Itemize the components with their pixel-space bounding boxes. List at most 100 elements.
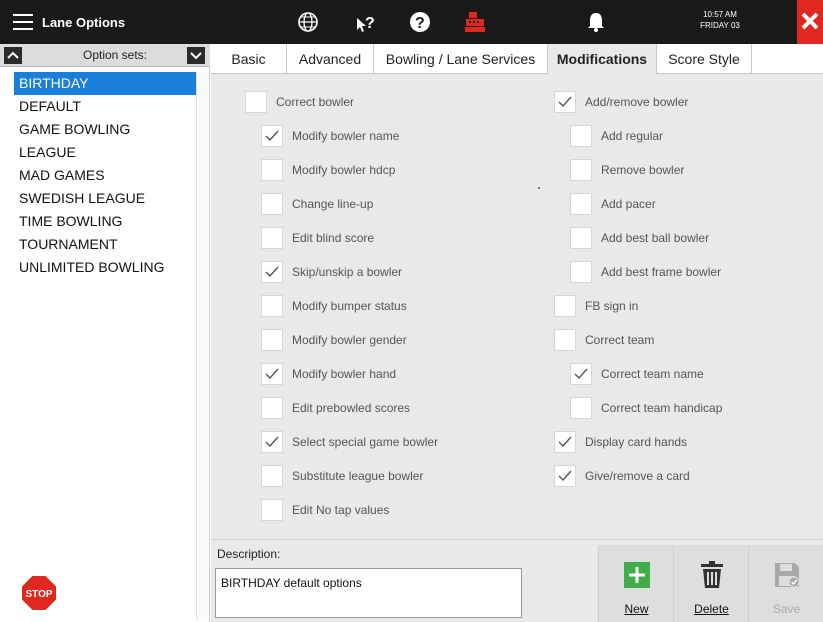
option-checkbox[interactable]: [261, 465, 283, 487]
option-checkbox[interactable]: [261, 329, 283, 351]
stop-label: STOP: [25, 589, 52, 600]
option-checkbox[interactable]: [261, 261, 283, 283]
tab-modifications[interactable]: Modifications: [548, 44, 657, 74]
option-checkbox[interactable]: [554, 91, 576, 113]
option-checkbox[interactable]: [245, 91, 267, 113]
option-label: Skip/unskip a bowler: [292, 265, 403, 279]
option-checkbox[interactable]: [570, 363, 592, 385]
option-checkbox[interactable]: [261, 193, 283, 215]
delete-button-label: Delete: [694, 602, 729, 616]
tab-score-style[interactable]: Score Style: [657, 44, 752, 74]
option-set-item[interactable]: GAME BOWLING: [14, 118, 208, 141]
cash-register-icon[interactable]: [461, 8, 489, 36]
tab-basic[interactable]: Basic: [211, 44, 287, 74]
option-label: Display card hands: [585, 435, 688, 449]
modifications-options: Correct bowler Modify bowler name Modify b…: [211, 75, 823, 540]
option-checkbox[interactable]: [570, 227, 592, 249]
stop-button[interactable]: STOP: [20, 574, 58, 612]
option-set-item[interactable]: LEAGUE: [14, 141, 208, 164]
option-checkbox[interactable]: [261, 227, 283, 249]
option-checkbox[interactable]: [261, 125, 283, 147]
description-field[interactable]: BIRTHDAY default options: [215, 568, 522, 618]
option-checkbox[interactable]: [261, 499, 283, 521]
option-label: Substitute league bowler: [292, 469, 424, 483]
save-disk-icon: [775, 563, 800, 588]
option-set-item[interactable]: BIRTHDAY: [14, 72, 208, 95]
stop-sign-icon: STOP: [20, 574, 58, 612]
checkmark-icon: [558, 96, 572, 108]
tab-advanced[interactable]: Advanced: [287, 44, 374, 74]
checkmark-icon: [265, 266, 279, 278]
delete-button[interactable]: Delete: [674, 545, 749, 622]
option-label: Correct team name: [601, 367, 704, 381]
action-bar: New Delete Save: [598, 545, 823, 622]
new-button[interactable]: New: [599, 545, 674, 622]
close-button[interactable]: [797, 0, 823, 44]
option-checkbox[interactable]: [261, 159, 283, 181]
option-set-item[interactable]: DEFAULT: [14, 95, 208, 118]
chevron-down-icon: [190, 52, 202, 60]
scroll-up-button[interactable]: [4, 47, 22, 64]
option-set-item[interactable]: TIME BOWLING: [14, 210, 208, 233]
option-label: Correct team handicap: [601, 401, 723, 415]
option-label: Change line-up: [292, 197, 374, 211]
option-label: Edit No tap values: [292, 503, 390, 517]
help-icon[interactable]: ?: [406, 8, 434, 36]
new-button-label: New: [624, 602, 649, 616]
option-checkbox[interactable]: [570, 193, 592, 215]
clock-time: 10:57 AM: [703, 10, 737, 19]
option-checkbox[interactable]: [261, 363, 283, 385]
option-checkbox[interactable]: [570, 159, 592, 181]
title-bar: Lane Options ? ? 10:57 AM FRIDAY 03: [0, 0, 823, 44]
clock: 10:57 AM FRIDAY 03: [700, 9, 740, 31]
option-set-item[interactable]: SWEDISH LEAGUE: [14, 187, 208, 210]
globe-icon[interactable]: [294, 8, 322, 36]
svg-text:?: ?: [415, 15, 425, 32]
hamburger-menu-icon[interactable]: [13, 14, 33, 30]
tab-bar: Basic Advanced Bowling / Lane Services M…: [211, 44, 823, 74]
notification-bell-icon[interactable]: [582, 8, 610, 36]
add-icon: [624, 562, 650, 588]
option-checkbox[interactable]: [261, 431, 283, 453]
option-set-item[interactable]: UNLIMITED BOWLING: [14, 256, 208, 279]
option-label: Modify bowler gender: [292, 333, 407, 347]
option-label: Modify bowler hdcp: [292, 163, 396, 177]
option-label: Add best ball bowler: [601, 231, 710, 245]
options-panel: Basic Advanced Bowling / Lane Services M…: [211, 44, 823, 622]
stray-dot: [538, 187, 540, 189]
scroll-down-button[interactable]: [187, 47, 205, 64]
option-set-item[interactable]: MAD GAMES: [14, 164, 208, 187]
checkmark-icon: [265, 130, 279, 142]
option-label: Add/remove bowler: [585, 95, 689, 109]
checkmark-icon: [265, 368, 279, 380]
option-checkbox[interactable]: [570, 261, 592, 283]
trash-icon: [701, 561, 723, 588]
option-label: Modify bowler name: [292, 129, 400, 143]
option-checkbox[interactable]: [554, 329, 576, 351]
checkmark-icon: [265, 436, 279, 448]
option-set-item[interactable]: TOURNAMENT: [14, 233, 208, 256]
tab-bowling-lane-services[interactable]: Bowling / Lane Services: [374, 44, 548, 74]
option-label: Select special game bowler: [292, 435, 439, 449]
context-help-icon[interactable]: ?: [352, 8, 380, 36]
option-label: FB sign in: [585, 299, 639, 313]
option-checkbox[interactable]: [570, 125, 592, 147]
save-button-label: Save: [772, 602, 801, 616]
checkmark-icon: [574, 368, 588, 380]
checkmark-icon: [558, 436, 572, 448]
option-checkbox[interactable]: [554, 431, 576, 453]
save-button[interactable]: Save: [749, 545, 823, 622]
option-checkbox[interactable]: [554, 295, 576, 317]
option-checkbox[interactable]: [570, 397, 592, 419]
option-label: Add best frame bowler: [601, 265, 722, 279]
close-icon: [801, 12, 819, 30]
option-checkbox[interactable]: [261, 397, 283, 419]
option-label: Correct team: [585, 333, 655, 347]
option-label: Modify bumper status: [292, 299, 407, 313]
option-label: Edit blind score: [292, 231, 375, 245]
option-checkbox[interactable]: [554, 465, 576, 487]
list-scrollbar[interactable]: [196, 72, 208, 620]
clock-date: FRIDAY 03: [700, 21, 740, 30]
option-checkbox[interactable]: [261, 295, 283, 317]
option-sets-list: BIRTHDAY DEFAULT GAME BOWLING LEAGUE MAD GAM…: [14, 72, 208, 279]
